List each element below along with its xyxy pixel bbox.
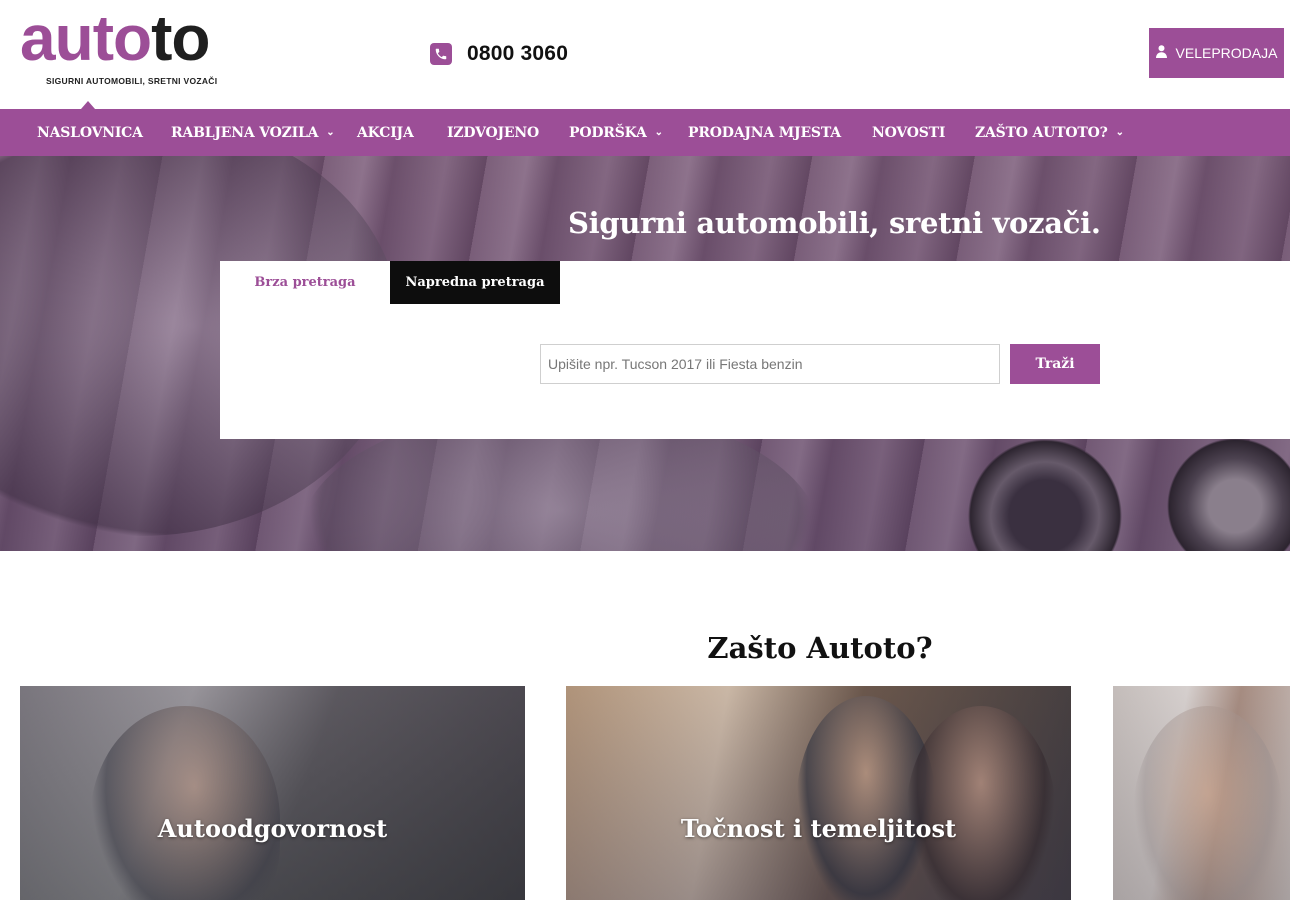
tab-advanced-search[interactable]: Napredna pretraga xyxy=(390,261,560,304)
nav-item-label: ZAŠTO AUTOTO? xyxy=(975,124,1108,141)
chevron-down-icon: ⌄ xyxy=(1115,127,1124,138)
site-logo[interactable]: autoto SIGURNI AUTOMOBILI, SRETNI VOZAČI xyxy=(20,2,250,98)
feature-card-third[interactable] xyxy=(1113,686,1290,900)
hero-wheel-shape xyxy=(960,431,1130,551)
nav-item-podrska[interactable]: PODRŠKA ⌄ xyxy=(569,109,663,156)
nav-item-naslovnica[interactable]: NASLOVNICA xyxy=(37,109,143,156)
search-panel: Brza pretraga Napredna pretraga Traži xyxy=(220,261,1290,439)
why-section-title: Zašto Autoto? xyxy=(707,631,933,665)
chevron-down-icon: ⌄ xyxy=(654,127,663,138)
card-photo-shape xyxy=(90,706,280,900)
site-header: autoto SIGURNI AUTOMOBILI, SRETNI VOZAČI… xyxy=(0,0,1290,109)
active-nav-indicator xyxy=(81,101,95,109)
nav-item-label: NASLOVNICA xyxy=(37,124,143,141)
user-icon xyxy=(1155,45,1167,61)
logo-part-to: to xyxy=(151,2,210,74)
nav-item-izdvojeno[interactable]: IZDVOJENO xyxy=(447,109,539,156)
card-photo-shape xyxy=(906,706,1056,900)
logo-part-auto: auto xyxy=(20,2,152,74)
search-input[interactable] xyxy=(540,344,1000,384)
feature-card-tocnost[interactable]: Točnost i temeljitost xyxy=(566,686,1071,900)
main-nav: NASLOVNICA RABLJENA VOZILA ⌄ AKCIJA IZDVO… xyxy=(0,101,1290,156)
logo-tagline: SIGURNI AUTOMOBILI, SRETNI VOZAČI xyxy=(46,76,218,86)
card-label: Autoodgovornost xyxy=(157,814,388,843)
nav-item-label: RABLJENA VOZILA xyxy=(171,124,319,141)
phone-contact[interactable]: 0800 3060 xyxy=(430,40,568,68)
card-photo-shape xyxy=(1133,706,1283,900)
wholesale-label: VELEPRODAJA xyxy=(1175,45,1278,61)
feature-card-autoodgovornost[interactable]: Autoodgovornost xyxy=(20,686,525,900)
nav-item-label: IZDVOJENO xyxy=(447,124,539,141)
card-label: Točnost i temeljitost xyxy=(680,814,957,843)
phone-icon xyxy=(430,43,452,65)
nav-item-rabljena-vozila[interactable]: RABLJENA VOZILA ⌄ xyxy=(171,109,335,156)
nav-item-label: NOVOSTI xyxy=(872,124,946,141)
phone-number: 0800 3060 xyxy=(467,42,569,65)
nav-item-prodajna-mjesta[interactable]: PRODAJNA MJESTA xyxy=(688,109,841,156)
search-button[interactable]: Traži xyxy=(1010,344,1100,384)
nav-item-label: PODRŠKA xyxy=(569,124,647,141)
nav-item-label: AKCIJA xyxy=(357,124,414,141)
hero-banner: Sigurni automobili, sretni vozači. Brza … xyxy=(0,156,1290,551)
nav-item-label: PRODAJNA MJESTA xyxy=(688,124,841,141)
hero-wheel-shape xyxy=(1160,431,1290,551)
nav-item-akcija[interactable]: AKCIJA xyxy=(357,109,414,156)
logo-wordmark: autoto xyxy=(20,0,211,78)
nav-item-zasto-autoto[interactable]: ZAŠTO AUTOTO? ⌄ xyxy=(975,109,1124,156)
wholesale-button[interactable]: VELEPRODAJA xyxy=(1149,28,1284,78)
tab-quick-search[interactable]: Brza pretraga xyxy=(220,261,390,304)
chevron-down-icon: ⌄ xyxy=(326,127,335,138)
hero-title: Sigurni automobili, sretni vozači. xyxy=(568,206,1101,240)
nav-item-novosti[interactable]: NOVOSTI xyxy=(872,109,945,156)
